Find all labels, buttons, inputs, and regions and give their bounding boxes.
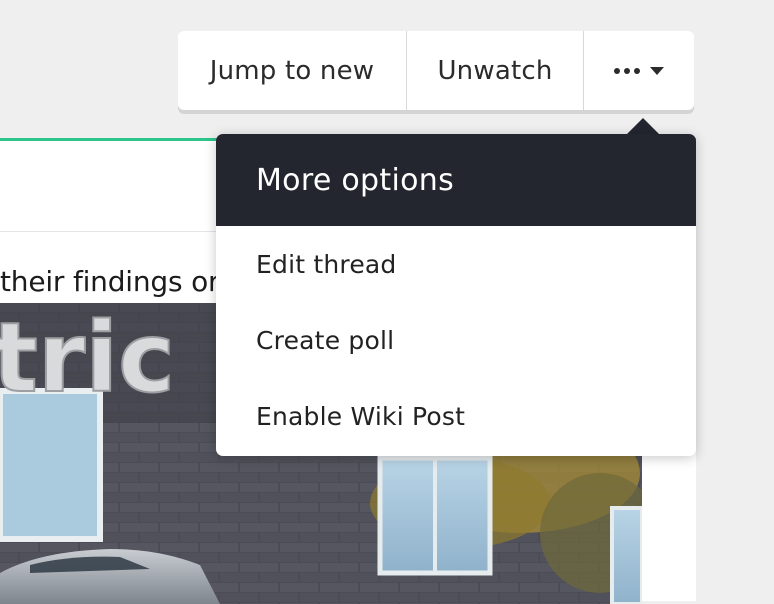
- menu-item-edit-thread[interactable]: Edit thread: [216, 226, 696, 302]
- caret-down-icon: [650, 66, 664, 75]
- more-options-menu: More options Edit thread Create poll Ena…: [216, 134, 696, 456]
- menu-pointer-arrow: [627, 118, 659, 134]
- unwatch-label: Unwatch: [437, 55, 553, 86]
- jump-to-new-button[interactable]: Jump to new: [178, 31, 407, 110]
- menu-item-enable-wiki-post[interactable]: Enable Wiki Post: [216, 378, 696, 454]
- menu-title: More options: [216, 134, 696, 226]
- jump-to-new-label: Jump to new: [209, 55, 375, 86]
- more-options-button[interactable]: [584, 31, 694, 110]
- unwatch-button[interactable]: Unwatch: [407, 31, 584, 110]
- sign-text: tric: [0, 303, 175, 414]
- post-body-text: their findings or g: [0, 265, 246, 298]
- thread-action-bar: Jump to new Unwatch: [178, 31, 694, 110]
- menu-item-create-poll[interactable]: Create poll: [216, 302, 696, 378]
- ellipsis-icon: [614, 67, 640, 74]
